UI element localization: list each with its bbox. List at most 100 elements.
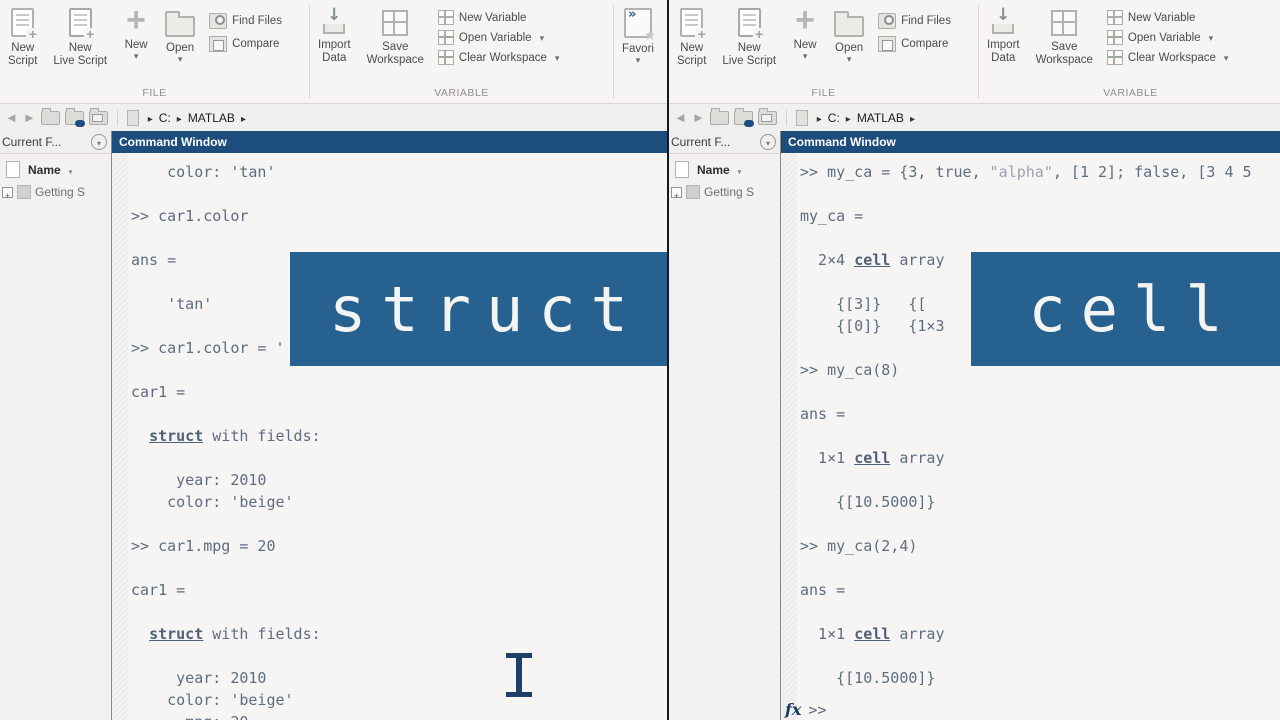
new-variable-button[interactable]: New Variable: [438, 10, 560, 25]
sort-icon: [738, 163, 742, 177]
favorites-button[interactable]: Favori: [614, 7, 662, 66]
command-window-text[interactable]: >> my_ca = {3, true, "alpha", [1 2]; fal…: [797, 153, 1252, 720]
folder-tree-item[interactable]: Getting S: [0, 181, 111, 201]
name-column-header[interactable]: Name: [669, 154, 780, 181]
panel-menu-icon[interactable]: [91, 134, 107, 150]
current-folder-header[interactable]: Current F...: [669, 131, 780, 154]
new-script-label: New: [677, 42, 706, 55]
new-button[interactable]: New: [784, 7, 826, 62]
current-folder-title: Current F...: [2, 135, 61, 149]
plus-badge-icon: [84, 28, 97, 41]
code-line: struct with fields:: [131, 623, 321, 645]
expand-icon[interactable]: [671, 187, 682, 198]
panel-menu-icon[interactable]: [760, 134, 776, 150]
open-button[interactable]: Open: [826, 7, 872, 65]
open-variable-icon: [438, 30, 454, 45]
name-column-header[interactable]: Name: [0, 154, 111, 181]
open-variable-button[interactable]: Open Variable: [1107, 30, 1229, 45]
import-data-label: Import: [987, 39, 1020, 52]
folder-up-icon[interactable]: [41, 111, 60, 125]
ribbon-group-file: NewScript NewLive Script New Open: [0, 0, 309, 103]
code-line: >> car1.color: [131, 205, 321, 227]
save-workspace-button[interactable]: SaveWorkspace: [1028, 7, 1101, 68]
quick-access-toolbar: C: MATLAB: [669, 104, 1280, 132]
code-line: ans =: [800, 403, 1252, 425]
new-live-script-button[interactable]: NewLive Script: [714, 7, 784, 69]
import-data-label: Import: [318, 39, 351, 52]
breadcrumb-folder[interactable]: MATLAB: [857, 111, 904, 125]
new-variable-icon: [438, 10, 454, 25]
code-line: [800, 469, 1252, 491]
compare-icon: [209, 36, 227, 52]
new-live-script-icon: [738, 8, 761, 37]
clear-workspace-icon: [438, 50, 454, 65]
open-variable-button[interactable]: Open Variable: [438, 30, 560, 45]
breadcrumb-folder[interactable]: MATLAB: [188, 111, 235, 125]
forward-arrow-icon[interactable]: [23, 104, 36, 131]
code-line: [131, 645, 321, 667]
new-variable-button[interactable]: New Variable: [1107, 10, 1229, 25]
chevron-down-icon: [552, 52, 560, 64]
chevron-down-icon: [134, 52, 139, 61]
name-column-label: Name: [697, 163, 730, 177]
cloud-folder-icon[interactable]: [65, 111, 84, 125]
command-window-titlebar[interactable]: Command Window: [781, 131, 1280, 153]
compare-button[interactable]: Compare: [209, 36, 282, 52]
current-folder-header[interactable]: Current F...: [0, 131, 111, 154]
expand-icon[interactable]: [2, 187, 13, 198]
back-arrow-icon[interactable]: [5, 104, 18, 131]
save-workspace-button[interactable]: SaveWorkspace: [359, 7, 432, 68]
cloud-folder-icon[interactable]: [734, 111, 753, 125]
sort-icon: [69, 163, 73, 177]
new-live-script-button[interactable]: NewLive Script: [45, 7, 115, 69]
ribbon-group-favorites: Favori: [614, 0, 662, 103]
command-window-text[interactable]: color: 'tan' >> car1.color ans = 'tan' >…: [128, 153, 321, 720]
toolstrip: NewScript NewLive Script New Open: [0, 0, 667, 104]
current-folder-panel: Current F... Name Getting S: [0, 131, 111, 720]
recent-folders-icon[interactable]: [89, 111, 108, 125]
code-line: >> my_ca(2,4): [800, 535, 1252, 557]
prompt-chevrons: >>: [808, 701, 826, 719]
command-window: Command Window color: 'tan' >> car1.colo…: [111, 131, 667, 720]
new-script-button[interactable]: NewScript: [669, 7, 714, 69]
separator: [117, 110, 118, 126]
find-files-button[interactable]: Find Files: [209, 13, 282, 29]
new-button[interactable]: New: [115, 7, 157, 62]
open-button[interactable]: Open: [157, 7, 203, 65]
breadcrumb-arrow-icon: [846, 111, 851, 125]
compare-button[interactable]: Compare: [878, 36, 951, 52]
find-files-icon: [209, 13, 227, 29]
folder-up-icon[interactable]: [710, 111, 729, 125]
import-data-button[interactable]: ImportData: [979, 7, 1028, 66]
scrollbar[interactable]: [781, 153, 797, 720]
code-line: [131, 227, 321, 249]
fx-icon[interactable]: fx: [785, 700, 801, 719]
import-data-icon: [991, 8, 1015, 34]
code-line: [131, 447, 321, 469]
code-line: [800, 425, 1252, 447]
scrollbar[interactable]: [112, 153, 128, 720]
breadcrumb-drive[interactable]: C:: [828, 111, 840, 125]
recent-folders-icon[interactable]: [758, 111, 777, 125]
breadcrumb-arrow-icon: [177, 111, 182, 125]
chevron-down-icon: [537, 32, 545, 44]
back-arrow-icon[interactable]: [674, 104, 687, 131]
find-files-button[interactable]: Find Files: [878, 13, 951, 29]
code-line: car1 =: [131, 381, 321, 403]
folder-tree-item[interactable]: Getting S: [669, 181, 780, 201]
new-script-button[interactable]: NewScript: [0, 7, 45, 69]
clear-workspace-button[interactable]: Clear Workspace: [438, 50, 560, 65]
import-data-button[interactable]: ImportData: [310, 7, 359, 66]
forward-arrow-icon[interactable]: [692, 104, 705, 131]
new-script-label: New: [8, 42, 37, 55]
folder-icon: [165, 16, 195, 37]
code-line: struct with fields:: [131, 425, 321, 447]
new-variable-icon: [1107, 10, 1123, 25]
breadcrumb-drive[interactable]: C:: [159, 111, 171, 125]
command-window-titlebar[interactable]: Command Window: [112, 131, 667, 153]
section-label-variable: VARIABLE: [979, 85, 1280, 103]
folder-item-icon: [686, 185, 700, 199]
code-line: {[10.5000]}: [800, 667, 1252, 689]
plus-icon: [792, 8, 818, 34]
clear-workspace-button[interactable]: Clear Workspace: [1107, 50, 1229, 65]
